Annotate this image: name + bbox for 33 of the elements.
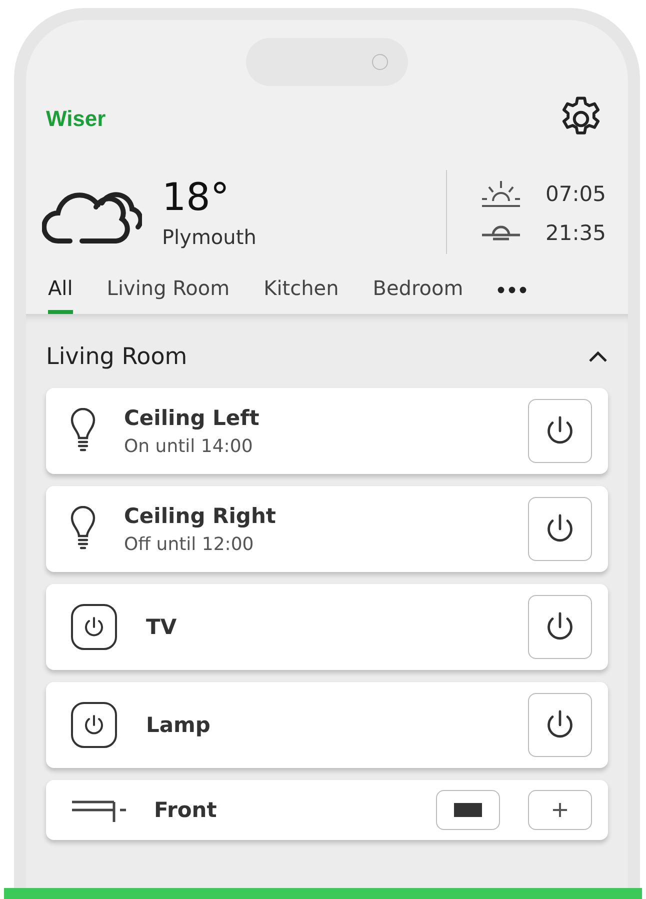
socket-icon xyxy=(70,603,118,651)
light-bulb-icon xyxy=(70,506,96,552)
room-tab[interactable]: Kitchen xyxy=(264,276,339,314)
power-button[interactable] xyxy=(528,693,592,757)
device-status: On until 14:00 xyxy=(124,436,254,456)
device-name: Front xyxy=(154,798,218,822)
blind-open-button[interactable] xyxy=(528,790,592,830)
section-title: Living Room xyxy=(46,344,188,370)
city-name: Plymouth xyxy=(162,225,258,249)
plus-icon xyxy=(553,803,567,817)
blind-closed-icon xyxy=(454,803,482,817)
device-status: Off until 12:00 xyxy=(124,534,255,554)
device-name: Ceiling Left xyxy=(124,406,260,430)
power-button[interactable] xyxy=(528,595,592,659)
blind-button[interactable] xyxy=(436,790,500,830)
device-name: TV xyxy=(146,615,178,639)
light-bulb-icon xyxy=(70,408,96,454)
room-tab[interactable]: Bedroom xyxy=(372,276,464,314)
power-button[interactable] xyxy=(528,399,592,463)
room-tab[interactable]: Living Room xyxy=(106,276,230,314)
more-icon[interactable] xyxy=(497,286,528,294)
power-button[interactable] xyxy=(528,497,592,561)
device-name: Lamp xyxy=(146,713,212,737)
device-name: Ceiling Right xyxy=(124,504,277,528)
collapse-chevron-icon[interactable] xyxy=(588,351,608,363)
sunrise-icon xyxy=(481,179,522,209)
socket-icon xyxy=(70,701,118,749)
sunrise-time: 07:05 xyxy=(545,182,606,206)
blind-icon xyxy=(70,798,126,822)
logo: Wiser xyxy=(46,106,106,132)
sunset-time: 21:35 xyxy=(545,221,606,245)
temperature: 18° xyxy=(162,175,230,219)
camera-icon xyxy=(372,54,388,70)
